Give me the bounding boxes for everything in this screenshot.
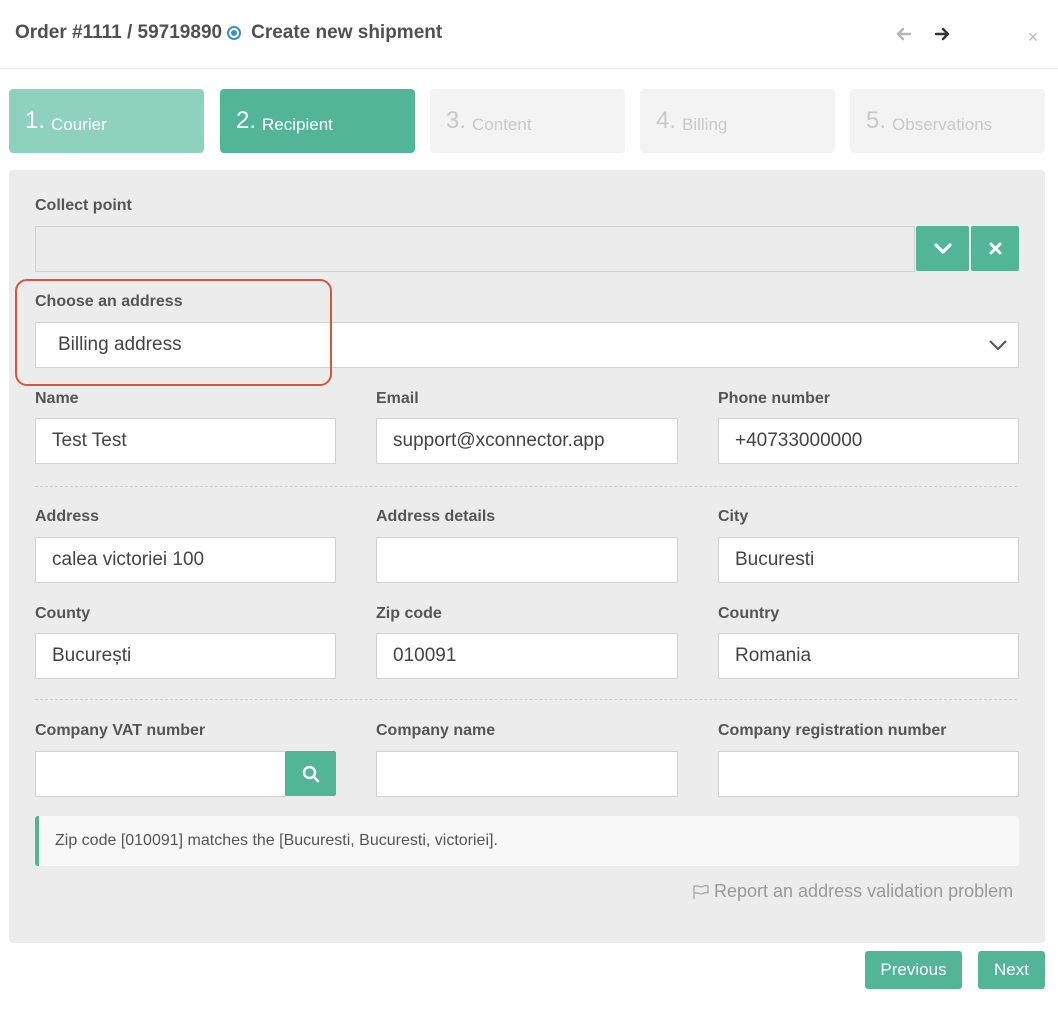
step-label: Recipient xyxy=(262,114,333,134)
phone-input[interactable]: +40733000000 xyxy=(718,418,1019,464)
step-label: Observations xyxy=(892,114,993,134)
company-name-input[interactable] xyxy=(376,751,678,797)
city-label: City xyxy=(718,508,749,525)
flag-icon xyxy=(693,884,709,899)
search-icon xyxy=(302,765,319,782)
vat-search-button[interactable] xyxy=(285,751,336,796)
divider xyxy=(35,486,1017,487)
county-label: County xyxy=(35,605,91,622)
step-courier[interactable]: 1. Courier xyxy=(9,89,204,153)
chevron-down-icon xyxy=(933,242,952,254)
email-input[interactable]: support@xconnector.app xyxy=(376,418,678,464)
step-recipient[interactable]: 2. Recipient xyxy=(220,89,415,153)
address-label: Address xyxy=(35,508,100,525)
name-input[interactable]: Test Test xyxy=(35,418,336,464)
address-details-input[interactable] xyxy=(376,537,678,583)
country-label: Country xyxy=(718,605,780,622)
zip-label: Zip code xyxy=(376,605,442,622)
modal-subtitle: Create new shipment xyxy=(251,22,443,43)
target-icon[interactable] xyxy=(227,26,242,40)
close-button[interactable]: × xyxy=(1024,28,1042,46)
modal-header: Order #1111 / 59719890 Create new shipme… xyxy=(0,0,1058,69)
next-button[interactable]: Next xyxy=(978,951,1045,989)
collect-point-label: Collect point xyxy=(35,197,132,214)
close-icon xyxy=(989,242,1001,255)
step-observations[interactable]: 5. Observations xyxy=(850,89,1045,153)
address-input[interactable]: calea victoriei 100 xyxy=(35,537,336,583)
step-label: Content xyxy=(472,114,532,134)
next-order-button[interactable] xyxy=(930,24,954,48)
order-number[interactable]: Order #1111 / 59719890 xyxy=(15,22,222,44)
previous-order-button[interactable] xyxy=(892,24,916,48)
step-number: 3. xyxy=(446,107,467,134)
collect-point-clear-button[interactable] xyxy=(971,226,1019,271)
arrow-left-icon xyxy=(896,27,912,41)
previous-button[interactable]: Previous xyxy=(865,951,962,989)
county-input[interactable]: București xyxy=(35,633,336,679)
step-number: 2. xyxy=(236,107,257,134)
name-label: Name xyxy=(35,390,79,407)
phone-label: Phone number xyxy=(718,390,831,407)
step-label: Billing xyxy=(682,114,728,134)
step-number: 4. xyxy=(656,107,677,134)
company-reg-input[interactable] xyxy=(718,751,1019,797)
collect-point-dropdown-button[interactable] xyxy=(916,226,969,271)
divider xyxy=(35,699,1017,700)
arrow-right-icon xyxy=(934,27,950,41)
chevron-down-icon xyxy=(978,323,1018,367)
step-content[interactable]: 3. Content xyxy=(430,89,625,153)
collect-point-input[interactable] xyxy=(35,226,915,272)
zip-input[interactable]: 010091 xyxy=(376,633,678,679)
report-validation-link[interactable]: Report an address validation problem xyxy=(692,881,1013,902)
step-number: 1. xyxy=(25,107,46,134)
email-label: Email xyxy=(376,390,419,407)
address-details-label: Address details xyxy=(376,508,496,525)
country-input[interactable]: Romania xyxy=(718,633,1019,679)
vat-label: Company VAT number xyxy=(35,722,206,739)
step-number: 5. xyxy=(866,107,887,134)
step-label: Courier xyxy=(51,114,107,134)
close-icon: × xyxy=(1027,27,1039,47)
company-name-label: Company name xyxy=(376,722,496,739)
city-input[interactable]: Bucuresti xyxy=(718,537,1019,583)
highlight-annotation xyxy=(15,279,332,386)
company-reg-label: Company registration number xyxy=(718,722,947,739)
step-billing[interactable]: 4. Billing xyxy=(640,89,835,153)
report-validation-text: Report an address validation problem xyxy=(714,881,1014,901)
vat-input[interactable] xyxy=(35,751,286,797)
zip-validation-alert: Zip code [010091] matches the [Bucuresti… xyxy=(35,816,1019,866)
modal-title: Order #1111 / 59719890 Create new shipme… xyxy=(15,22,442,44)
wizard-steps: 1. Courier 2. Recipient 3. Content 4. Bi… xyxy=(9,89,1045,153)
